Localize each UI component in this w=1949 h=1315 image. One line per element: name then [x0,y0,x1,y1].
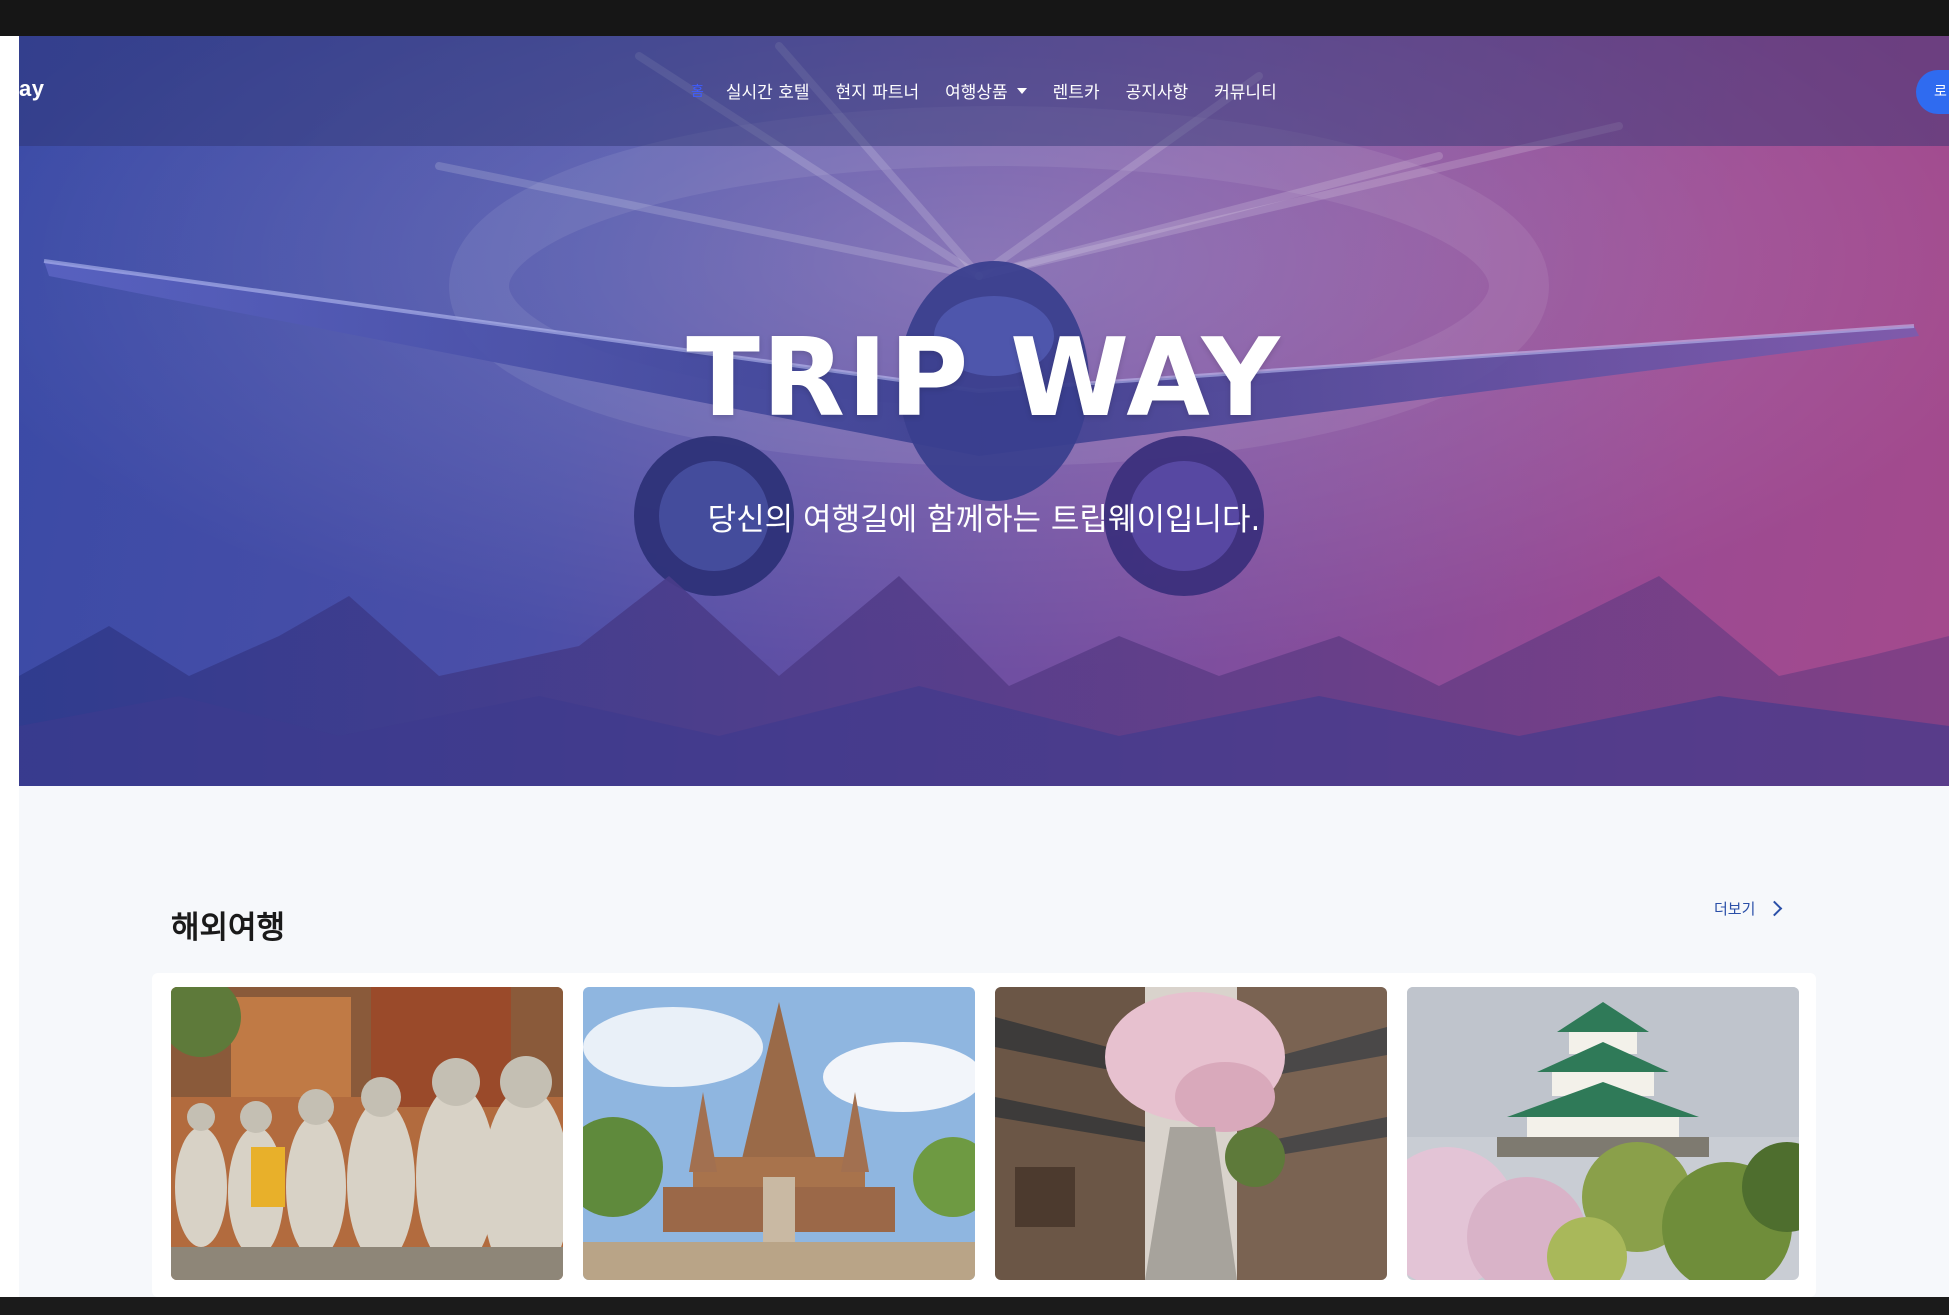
nav-item-notice[interactable]: 공지사항 [1126,78,1189,103]
chevron-right-icon [1767,900,1783,917]
browser-viewport: ay 홈 실시간 호텔 현지 파트너 여행상품 렌트카 공지사항 커뮤니티 로 … [19,36,1949,1297]
nav-item-label: 현지 파트너 [835,83,920,103]
temple-stupa-image [583,987,975,1280]
more-link-label: 더보기 [1714,900,1756,918]
caret-down-icon [1016,87,1027,94]
destination-card-3[interactable] [995,987,1387,1280]
section-title-overseas: 해외여행 [171,910,286,946]
nav-item-rentcar[interactable]: 렌트카 [1053,78,1100,103]
hero-banner: ay 홈 실시간 호텔 현지 파트너 여행상품 렌트카 공지사항 커뮤니티 로 … [19,36,1949,786]
nav-item-label: 커뮤니티 [1214,83,1277,103]
top-navbar: ay 홈 실시간 호텔 현지 파트너 여행상품 렌트카 공지사항 커뮤니티 로 [19,36,1949,146]
brand-logo[interactable]: ay [19,76,44,102]
nav-item-local-partner[interactable]: 현지 파트너 [836,78,920,103]
nav-item-travel-products[interactable]: 여행상품 [945,78,1027,103]
nav-item-label: 공지사항 [1125,83,1189,103]
castle-image [1407,987,1799,1280]
nav-item-label: 여행상품 [945,83,1008,103]
bottom-letterbox [0,1297,1949,1315]
old-street-image [995,987,1387,1280]
buddha-statues-image [171,987,563,1280]
screenshot-frame: ay 홈 실시간 호텔 현지 파트너 여행상품 렌트카 공지사항 커뮤니티 로 … [0,0,1949,1315]
destination-card-2[interactable] [583,987,975,1280]
destination-card-4[interactable] [1407,987,1799,1280]
more-link[interactable]: 더보기 [1714,898,1783,919]
login-button[interactable]: 로 [1916,70,1949,114]
hero-title: TRIP WAY [686,316,1282,441]
destination-card-1[interactable] [171,987,563,1280]
nav-item-home[interactable]: 홈 [691,81,704,101]
hero-subtitle: 당신의 여행길에 함께하는 트립웨이입니다. [707,502,1261,538]
main-nav: 홈 실시간 호텔 현지 파트너 여행상품 렌트카 공지사항 커뮤니티 [691,78,1303,103]
nav-item-label: 실시간 호텔 [725,83,810,103]
top-letterbox [0,0,1949,36]
nav-item-realtime-hotel[interactable]: 실시간 호텔 [726,78,810,103]
nav-item-community[interactable]: 커뮤니티 [1214,78,1277,103]
nav-item-label: 렌트카 [1052,83,1100,103]
